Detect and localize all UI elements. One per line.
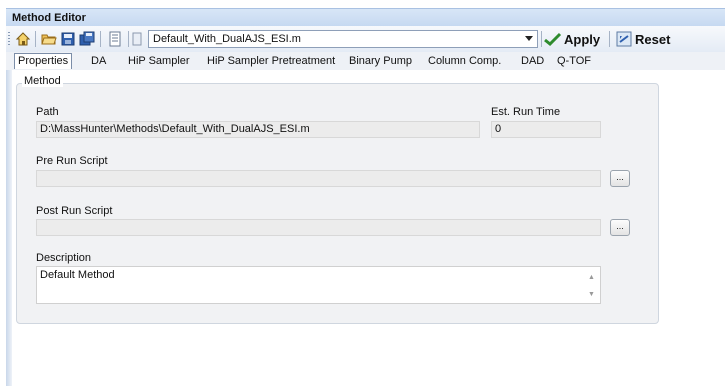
pre-run-script-label: Pre Run Script (36, 155, 108, 167)
tab-dad[interactable]: DAD (518, 54, 547, 69)
reset-icon (616, 31, 632, 47)
pre-run-script-field[interactable] (36, 170, 601, 187)
post-run-script-field[interactable] (36, 219, 601, 236)
toolbar-separator (100, 31, 101, 47)
path-label: Path (36, 106, 59, 118)
path-field[interactable]: D:\MassHunter\Methods\Default_With_DualA… (36, 121, 480, 138)
apply-button[interactable]: Apply (544, 30, 600, 48)
tab-strip: Properties DA HiP Sampler HiP Sampler Pr… (6, 52, 725, 70)
tab-da[interactable]: DA (88, 54, 109, 69)
scroll-up-icon[interactable]: ▲ (588, 274, 595, 281)
toolbar-separator (541, 31, 542, 47)
reset-label: Reset (635, 31, 671, 47)
window-title: Method Editor (6, 8, 725, 26)
tab-column-comp[interactable]: Column Comp. (425, 54, 504, 69)
method-group-label: Method (22, 75, 63, 87)
open-icon[interactable] (40, 30, 58, 48)
method-selector[interactable]: Default_With_DualAJS_ESI.m (148, 30, 538, 48)
toolbar: Default_With_DualAJS_ESI.m Apply Reset (6, 26, 725, 52)
apply-check-icon (544, 32, 562, 47)
scroll-down-icon[interactable]: ▼ (588, 291, 595, 298)
toolbar-separator (128, 31, 129, 47)
tab-properties[interactable]: Properties (14, 53, 73, 69)
toolbar-separator (609, 31, 610, 47)
tab-binary-pump[interactable]: Binary Pump (346, 54, 415, 69)
pre-run-browse-button[interactable]: ... (610, 170, 630, 187)
post-run-script-label: Post Run Script (36, 205, 113, 217)
apply-label: Apply (564, 31, 601, 47)
sheet-icon[interactable] (106, 30, 124, 48)
tab-hip-sampler[interactable]: HiP Sampler (125, 54, 193, 69)
home-icon[interactable] (14, 30, 32, 48)
tab-q-tof[interactable]: Q-TOF (554, 54, 594, 69)
save-icon[interactable] (59, 30, 77, 48)
chevron-down-icon[interactable] (523, 33, 535, 45)
post-run-browse-button[interactable]: ... (610, 219, 630, 236)
toolbar-separator (35, 31, 36, 47)
est-run-time-label: Est. Run Time (491, 106, 561, 118)
method-file-icon (130, 30, 144, 48)
reset-button[interactable]: Reset (616, 30, 670, 48)
description-field[interactable]: Default Method ▲ ▼ (36, 266, 601, 304)
save-as-icon[interactable] (78, 30, 96, 48)
description-label: Description (36, 252, 92, 264)
description-scrollbar[interactable]: ▲ ▼ (584, 267, 600, 303)
toolbar-grip[interactable] (8, 32, 10, 46)
description-text: Default Method (40, 269, 115, 281)
tab-hip-sampler-pretreatment[interactable]: HiP Sampler Pretreatment (204, 54, 338, 69)
est-run-time-field[interactable]: 0 (491, 121, 601, 138)
panel-edge (6, 70, 12, 386)
method-selector-value: Default_With_DualAJS_ESI.m (153, 33, 301, 45)
